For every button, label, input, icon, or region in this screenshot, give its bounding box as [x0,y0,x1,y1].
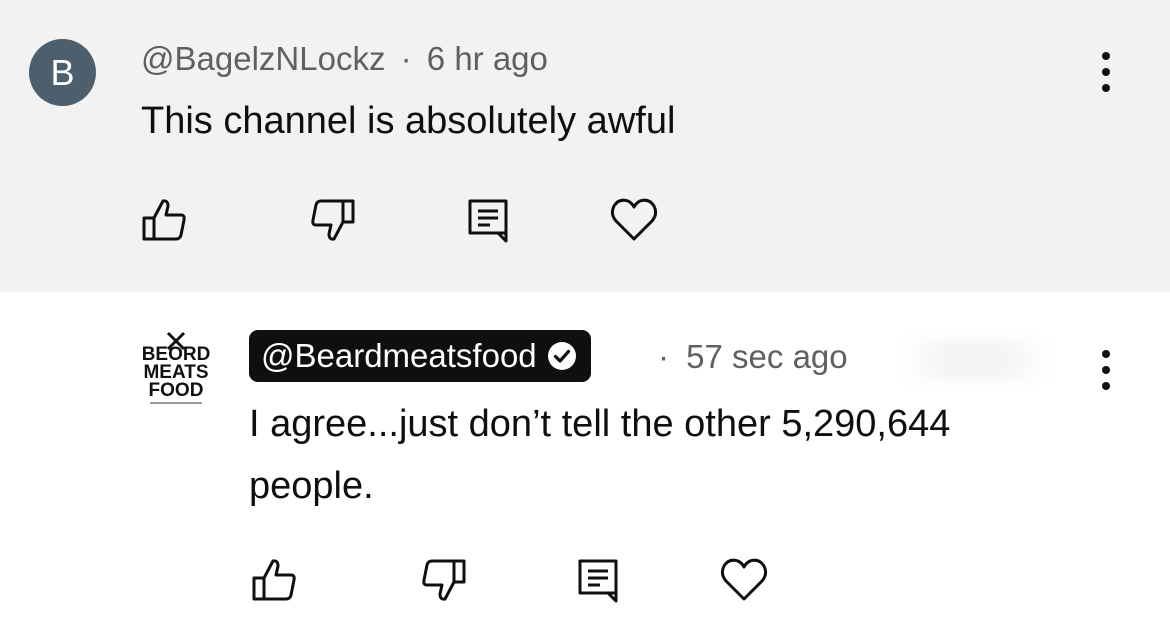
more-options-button[interactable] [1100,350,1112,390]
like-icon [252,559,296,601]
heart-button[interactable] [718,554,770,606]
reply-button[interactable] [572,554,624,606]
dislike-button[interactable] [418,554,470,606]
blurred-region [900,340,1050,380]
reply-button[interactable] [462,194,514,246]
comment-meta: · 57 sec ago [658,338,848,376]
more-options-button[interactable] [1100,52,1112,92]
like-button[interactable] [138,194,190,246]
timestamp[interactable]: 57 sec ago [686,338,847,375]
comment-text: This channel is absolutely awful [141,100,676,142]
username[interactable]: @BagelzNLockz [141,40,385,77]
comment-2: BEORD MEATS FOOD @Beardmeatsfood · 57 se… [0,292,1170,636]
channel-logo[interactable]: BEORD MEATS FOOD [128,330,224,408]
comment-text: I agree...just don’t tell the other 5,29… [249,393,950,517]
avatar[interactable]: B [29,39,96,106]
meta-separator: · [400,40,412,77]
heart-icon [720,558,768,601]
more-options-icon [1102,350,1110,358]
dislike-icon [422,559,466,601]
like-icon [142,199,186,241]
logo-text-food: FOOD [149,380,204,401]
comment-meta: @BagelzNLockz · 6 hr ago [141,40,548,78]
like-button[interactable] [248,554,300,606]
comment-text-line-2: people. [249,465,374,507]
reply-icon [578,559,618,603]
verified-check-icon [547,342,576,370]
heart-button[interactable] [608,194,660,246]
reply-icon [468,199,508,243]
dislike-icon [311,199,355,241]
comment-text-line-1: I agree...just don’t tell the other 5,29… [249,403,951,445]
channel-owner-badge[interactable]: @Beardmeatsfood [249,330,591,382]
meta-separator: · [658,338,669,375]
heart-icon [610,198,658,241]
more-options-icon [1102,52,1110,60]
dislike-button[interactable] [307,194,359,246]
comment-1: B @BagelzNLockz · 6 hr ago This channel … [0,0,1170,292]
timestamp[interactable]: 6 hr ago [427,40,548,77]
username: @Beardmeatsfood [261,337,537,374]
